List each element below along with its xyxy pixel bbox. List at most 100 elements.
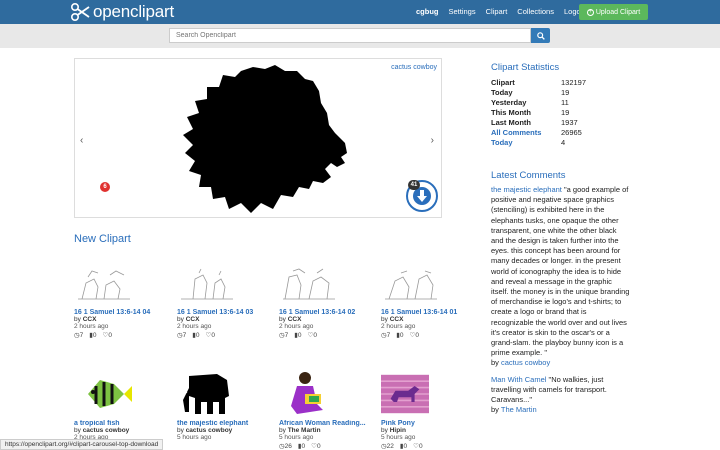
views-icon: ◷7 — [74, 332, 84, 339]
clipart-byline: by CCX — [74, 316, 97, 323]
comments-icon: ▮0 — [396, 332, 404, 339]
clipart-author[interactable]: The Martin — [288, 427, 321, 434]
comment-author-link[interactable]: The Martin — [501, 405, 537, 414]
clipart-author[interactable]: CCX — [390, 316, 404, 323]
scissors-icon — [70, 2, 90, 22]
stats-row: Today 19 — [491, 88, 570, 97]
clipart-author[interactable]: cactus cowboy — [186, 427, 233, 434]
clipart-thumbnail[interactable] — [381, 265, 441, 307]
stats-row: Yesterday 11 — [491, 98, 569, 107]
carousel-author-link[interactable]: cactus cowboy — [391, 64, 437, 71]
clipart-card[interactable]: Pink Pony by Hipin 5 hours ago ◷22 ▮0 ♡0 — [381, 370, 471, 450]
clipart-byline: by CCX — [177, 316, 200, 323]
clipart-time: 2 hours ago — [74, 323, 109, 330]
download-count-badge: 41 — [408, 180, 420, 190]
clipart-stats: ◷7 ▮0 ♡0 — [177, 331, 267, 339]
clipart-title-link[interactable]: African Woman Reading... — [279, 420, 369, 427]
clipart-card[interactable]: 16 1 Samuel 13:6-14 04 by CCX 2 hours ag… — [74, 265, 164, 339]
clipart-byline: by CCX — [381, 316, 404, 323]
clipart-title-link[interactable]: 16 1 Samuel 13:6-14 03 — [177, 309, 267, 316]
clipart-byline: by cactus cowboy — [177, 427, 233, 434]
search-button[interactable] — [531, 28, 550, 43]
clipart-thumbnail[interactable] — [279, 265, 339, 307]
upload-clipart-button[interactable]: + Upload Clipart — [579, 4, 648, 20]
nav-clipart[interactable]: Clipart — [486, 7, 508, 16]
clipart-time: 5 hours ago — [279, 434, 314, 441]
status-bar-url: https://openclipart.org/#clipart-carouse… — [0, 439, 164, 450]
views-icon: ◷22 — [381, 443, 394, 450]
clipart-thumbnail[interactable] — [177, 265, 237, 307]
views-icon: ◷26 — [279, 443, 292, 450]
site-logo[interactable]: openclipart — [70, 2, 174, 22]
clipart-time: 5 hours ago — [177, 434, 212, 441]
clipart-thumbnail[interactable] — [74, 370, 134, 418]
nav-settings[interactable]: Settings — [449, 7, 476, 16]
logo-text: openclipart — [93, 2, 174, 21]
views-icon: ◷7 — [381, 332, 391, 339]
views-icon: ◷7 — [279, 332, 289, 339]
comments-icon: ▮0 — [192, 332, 200, 339]
top-navbar: openclipart cgbug Settings Clipart Colle… — [0, 0, 720, 24]
search-input[interactable] — [169, 28, 531, 43]
comment-count-badge: 6 — [100, 182, 110, 192]
clipart-card[interactable]: African Woman Reading... by The Martin 5… — [279, 370, 369, 450]
stats-row: Today 4 — [491, 138, 566, 148]
stats-row: Last Month 1937 — [491, 118, 578, 127]
upload-label: Upload Clipart — [595, 8, 641, 16]
clipart-thumbnail[interactable] — [177, 370, 237, 418]
chevron-right-icon[interactable]: › — [431, 135, 434, 146]
clipart-title-link[interactable]: 16 1 Samuel 13:6-14 02 — [279, 309, 369, 316]
clipart-thumbnail[interactable] — [74, 265, 134, 307]
nav-links: cgbug Settings Clipart Collections Logou… — [416, 7, 587, 16]
clipart-author[interactable]: CCX — [186, 316, 200, 323]
clipart-stats: ◷7 ▮0 ♡0 — [279, 331, 369, 339]
clipart-title-link[interactable]: a tropical fish — [74, 420, 164, 427]
clipart-author[interactable]: CCX — [288, 316, 302, 323]
clipart-stats: ◷7 ▮0 ♡0 — [74, 331, 164, 339]
plus-icon: + — [586, 8, 594, 16]
comments-icon: ▮0 — [89, 332, 97, 339]
latest-comments-heading: Latest Comments — [491, 170, 566, 181]
comment-item: the majestic elephant "a good example of… — [491, 185, 631, 369]
clipart-thumbnail[interactable] — [279, 370, 339, 418]
comment-subject-link[interactable]: Man With Camel — [491, 375, 546, 384]
clipart-title-link[interactable]: Pink Pony — [381, 420, 471, 427]
nav-user[interactable]: cgbug — [416, 7, 439, 16]
clipart-author[interactable]: Hipin — [390, 427, 406, 434]
heart-icon: ♡0 — [413, 443, 423, 450]
comment-item: Man With Camel "No walkies, just travell… — [491, 375, 631, 416]
chevron-left-icon[interactable]: ‹ — [80, 135, 83, 146]
comments-icon: ▮0 — [294, 332, 302, 339]
statistics-table: Clipart 132197 Today 19 Yesterday 11 This M… — [491, 78, 586, 148]
heart-icon: ♡0 — [311, 443, 321, 450]
clipart-author[interactable]: CCX — [83, 316, 97, 323]
clipart-card[interactable]: a tropical fish by cactus cowboy 2 hours… — [74, 370, 164, 441]
lion-silhouette-image[interactable] — [181, 63, 351, 215]
comment-byline: by cactus cowboy — [491, 358, 551, 368]
clipart-time: 2 hours ago — [279, 323, 314, 330]
heart-icon: ♡0 — [307, 332, 317, 339]
clipart-card[interactable]: the majestic elephant by cactus cowboy 5… — [177, 370, 267, 441]
clipart-author[interactable]: cactus cowboy — [83, 427, 130, 434]
today-comments-link[interactable]: Today — [491, 138, 561, 148]
clipart-byline: by Hipin — [381, 427, 406, 434]
clipart-thumbnail[interactable] — [381, 370, 429, 418]
clipart-title-link[interactable]: 16 1 Samuel 13:6-14 04 — [74, 309, 164, 316]
clipart-stats: ◷22 ▮0 ♡0 — [381, 442, 471, 450]
featured-carousel[interactable]: cactus cowboy ‹ › 6 41 — [74, 58, 442, 218]
comment-subject-link[interactable]: the majestic elephant — [491, 185, 562, 194]
nav-collections[interactable]: Collections — [517, 7, 554, 16]
latest-comments-list: the majestic elephant "a good example of… — [491, 185, 631, 421]
comment-author-link[interactable]: cactus cowboy — [501, 358, 550, 367]
clipart-title-link[interactable]: the majestic elephant — [177, 420, 267, 427]
clipart-card[interactable]: 16 1 Samuel 13:6-14 03 by CCX 2 hours ag… — [177, 265, 267, 339]
comments-icon: ▮0 — [297, 443, 306, 450]
clipart-title-link[interactable]: 16 1 Samuel 13:6-14 01 — [381, 309, 471, 316]
clipart-stats: ◷7 ▮0 ♡0 — [381, 331, 471, 339]
clipart-card[interactable]: 16 1 Samuel 13:6-14 01 by CCX 2 hours ag… — [381, 265, 471, 339]
search-icon — [536, 31, 545, 40]
clipart-card[interactable]: 16 1 Samuel 13:6-14 02 by CCX 2 hours ag… — [279, 265, 369, 339]
new-clipart-heading: New Clipart — [74, 233, 131, 245]
all-comments-link[interactable]: All Comments — [491, 128, 561, 138]
clipart-time: 2 hours ago — [381, 323, 416, 330]
